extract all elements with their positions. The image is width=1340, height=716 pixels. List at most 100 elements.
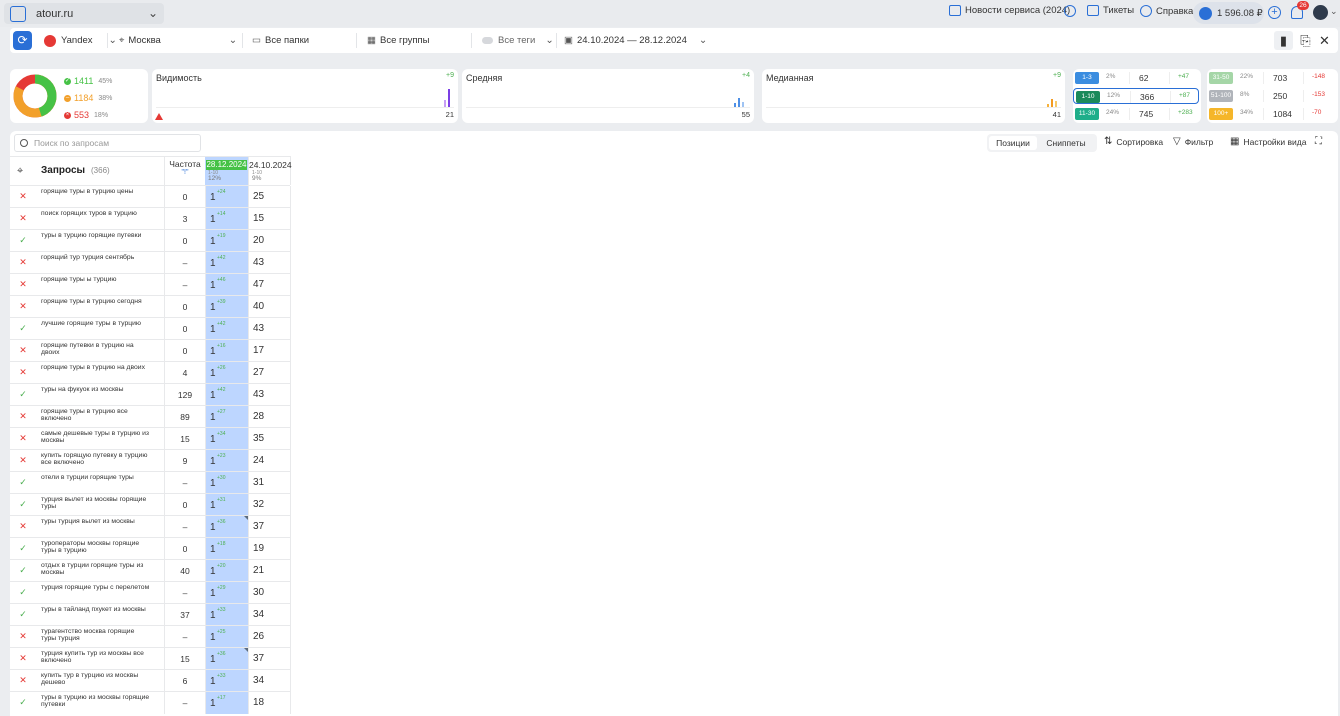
range-row[interactable]: 51-100 8% 250 -153: [1207, 88, 1333, 104]
bell-icon[interactable]: 26: [1291, 1, 1309, 19]
position-cell-current[interactable]: 1 +24: [205, 186, 248, 208]
table-row[interactable]: ✓ лучшие горящие туры в турцию 0 1 +42 43: [10, 317, 291, 340]
query-text[interactable]: турция вылет из москвы горящие туры: [41, 496, 151, 510]
table-row[interactable]: ✕ туры турция вылет из москвы –1 +36 37: [10, 515, 291, 538]
refresh-button[interactable]: ⟳: [13, 31, 32, 50]
query-text[interactable]: туры на фукуок из москвы: [41, 386, 151, 393]
query-text[interactable]: горящие туры в турцию все включено: [41, 408, 151, 422]
query-text[interactable]: самые дешевые туры в турцию из москвы: [41, 430, 151, 444]
position-cell-current[interactable]: 1 +26: [205, 362, 248, 384]
table-row[interactable]: ✕ горящие туры ы турцию –1 +46 47: [10, 273, 291, 296]
table-row[interactable]: ✓ туры в тайланд пхукет из москвы 37 1 +33 34: [10, 603, 291, 626]
query-text[interactable]: горящие туры в турцию на двоих: [41, 364, 151, 371]
date2-header[interactable]: 24.10.2024 1-10 9%: [248, 156, 292, 185]
position-cell-previous[interactable]: 31: [248, 472, 291, 494]
position-cell-previous[interactable]: 27: [248, 362, 291, 384]
position-cell-previous[interactable]: 25: [248, 186, 291, 208]
help-link[interactable]: Справка: [1140, 5, 1193, 17]
position-cell-current[interactable]: 1 +19: [205, 230, 248, 252]
position-cell-current[interactable]: 1 +14: [205, 208, 248, 230]
position-cell-previous[interactable]: 20: [248, 230, 291, 252]
table-row[interactable]: ✓ туры в турцию из москвы горящие путевки…: [10, 691, 291, 714]
position-cell-previous[interactable]: 34: [248, 670, 291, 692]
export-icon[interactable]: ⎘: [1298, 33, 1313, 48]
visibility-card[interactable]: Видимость +9 21: [152, 69, 458, 123]
tickets-link[interactable]: Тикеты: [1087, 5, 1134, 16]
position-cell-current[interactable]: 1 +25: [205, 626, 248, 648]
position-cell-previous[interactable]: 28: [248, 406, 291, 428]
freq-header[interactable]: Частота "!": [164, 156, 205, 185]
position-cell-previous[interactable]: 43: [248, 384, 291, 406]
query-text[interactable]: купить тур в турцию из москвы дешево: [41, 672, 151, 686]
position-cell-previous[interactable]: 15: [248, 208, 291, 230]
range-row[interactable]: 11-30 24% 745 +283: [1073, 106, 1199, 122]
position-cell-current[interactable]: 1 +31: [205, 494, 248, 516]
folders-selector[interactable]: ▭ Все папки: [252, 28, 309, 53]
query-text[interactable]: горящие туры в турцию сегодня: [41, 298, 151, 305]
table-row[interactable]: ✕ купить горящую путевку в турцию все вкл…: [10, 449, 291, 472]
position-cell-current[interactable]: 1 +16: [205, 340, 248, 362]
search-input[interactable]: Поиск по запросам: [14, 134, 201, 152]
table-row[interactable]: ✕ самые дешевые туры в турцию из москвы 15…: [10, 427, 291, 450]
median-card[interactable]: Медианная +9 41: [762, 69, 1065, 123]
table-row[interactable]: ✕ купить тур в турцию из москвы дешево 6 1 +…: [10, 669, 291, 692]
table-row[interactable]: ✕ горящие туры в турцию сегодня 0 1 +39 40: [10, 295, 291, 318]
position-cell-current[interactable]: 1 +30: [205, 472, 248, 494]
query-text[interactable]: туры в турцию горящие путевки: [41, 232, 151, 239]
query-text[interactable]: турагентство москва горящие туры турция: [41, 628, 151, 642]
tags-selector[interactable]: Все теги ⌄: [482, 28, 554, 53]
position-cell-current[interactable]: 1 +46: [205, 274, 248, 296]
position-cell-previous[interactable]: 19: [248, 538, 291, 560]
position-cell-previous[interactable]: 47: [248, 274, 291, 296]
date1-header[interactable]: 28.12.2024 1-10 12%: [205, 156, 248, 185]
news-link[interactable]: Новости сервиса (2024): [949, 5, 1070, 16]
position-cell-current[interactable]: 1 +34: [205, 428, 248, 450]
engine-selector[interactable]: Yandex ⌄: [44, 28, 117, 53]
avatar[interactable]: [1313, 5, 1328, 20]
crosshair-icon[interactable]: ⌖: [17, 165, 23, 178]
position-cell-previous[interactable]: 30: [248, 582, 291, 604]
date-range-selector[interactable]: ▣ 24.10.2024 — 28.12.2024 ⌄: [564, 28, 707, 53]
position-cell-current[interactable]: 1 +29: [205, 582, 248, 604]
position-cell-previous[interactable]: 37: [248, 516, 291, 538]
position-cell-current[interactable]: 1 +33: [205, 604, 248, 626]
position-cell-current[interactable]: 1 +23: [205, 450, 248, 472]
position-cell-previous[interactable]: 18: [248, 692, 291, 714]
position-cell-current[interactable]: 1 +20: [205, 560, 248, 582]
chart-view-icon[interactable]: ▮: [1274, 31, 1293, 50]
table-row[interactable]: ✕ горящие путевки в турцию на двоих 0 1 +16 1…: [10, 339, 291, 362]
sort-button[interactable]: ⇅ Сортировка: [1104, 136, 1163, 147]
table-row[interactable]: ✓ туроператоры москвы горящие туры в турц…: [10, 537, 291, 560]
query-text[interactable]: отдых в турции горящие туры из москвы: [41, 562, 151, 576]
position-cell-previous[interactable]: 17: [248, 340, 291, 362]
position-cell-current[interactable]: 1 +18: [205, 538, 248, 560]
groups-selector[interactable]: ▦ Все группы: [367, 28, 430, 53]
view-settings-button[interactable]: ▦ Настройки вида: [1230, 136, 1306, 147]
query-text[interactable]: туроператоры москвы горящие туры в турци…: [41, 540, 151, 554]
position-cell-previous[interactable]: 43: [248, 252, 291, 274]
position-cell-current[interactable]: 1 +42: [205, 384, 248, 406]
position-cell-previous[interactable]: 40: [248, 296, 291, 318]
position-cell-current[interactable]: 1 +33: [205, 670, 248, 692]
position-cell-current[interactable]: 1 +42: [205, 318, 248, 340]
query-text[interactable]: горящие туры в турцию цены: [41, 188, 151, 195]
average-card[interactable]: Средняя +4 55: [462, 69, 754, 123]
query-text[interactable]: туры турция вылет из москвы: [41, 518, 151, 525]
table-row[interactable]: ✓ отели в турции горящие туры –1 +30 31: [10, 471, 291, 494]
position-cell-current[interactable]: 1 +42: [205, 252, 248, 274]
table-row[interactable]: ✕ горящие туры в турцию цены 0 1 +24 25: [10, 185, 291, 208]
query-text[interactable]: горящие туры ы турцию: [41, 276, 151, 283]
position-cell-previous[interactable]: 26: [248, 626, 291, 648]
settings-tools-icon[interactable]: ✕: [1317, 33, 1332, 48]
table-row[interactable]: ✕ турагентство москва горящие туры турция…: [10, 625, 291, 648]
position-cell-current[interactable]: 1 +36: [205, 516, 248, 538]
table-row[interactable]: ✓ турция горящие туры с перелетом –1 +29 30: [10, 581, 291, 604]
project-selector[interactable]: atour.ru ⌄: [4, 3, 164, 24]
query-text[interactable]: турция горящие туры с перелетом: [41, 584, 151, 591]
position-cell-previous[interactable]: 21: [248, 560, 291, 582]
position-cell-previous[interactable]: 37: [248, 648, 291, 670]
balance-button[interactable]: 1 596.08 ₽: [1193, 2, 1264, 24]
tab-snippets[interactable]: Сниппеты: [1040, 136, 1092, 150]
query-text[interactable]: купить горящую путевку в турцию все вклю…: [41, 452, 151, 466]
position-cell-current[interactable]: 1 +17: [205, 692, 248, 714]
